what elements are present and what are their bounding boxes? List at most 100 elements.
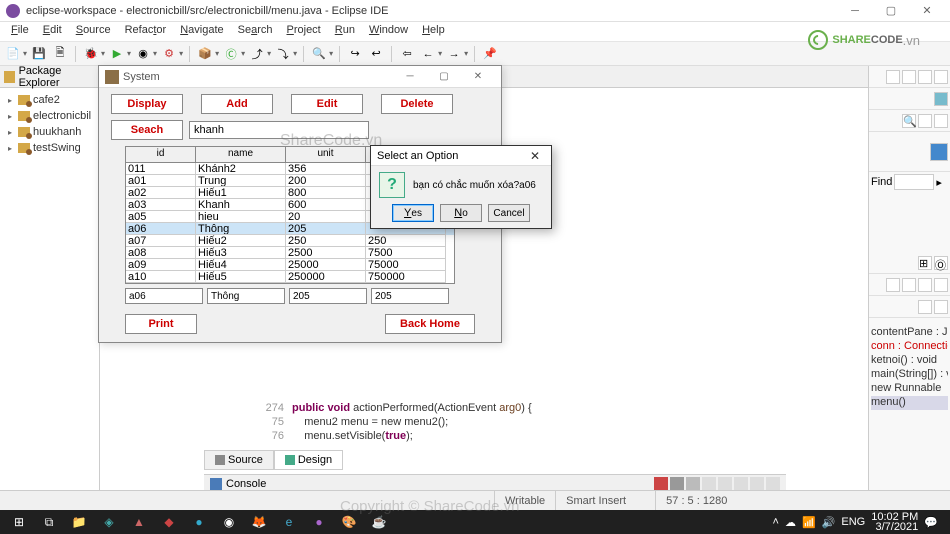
code-area[interactable]: 274public void actionPerformed(ActionEve… xyxy=(260,401,532,443)
terminate-icon[interactable] xyxy=(654,477,668,491)
menu-source[interactable]: Source xyxy=(69,22,118,41)
add-button[interactable]: Add xyxy=(201,94,273,114)
edit-button[interactable]: Edit xyxy=(291,94,363,114)
app-icon[interactable]: ▲ xyxy=(124,510,154,534)
tray-volume-icon[interactable]: 🔊 xyxy=(822,516,836,529)
menu-help[interactable]: Help xyxy=(415,22,452,41)
filter-icon[interactable] xyxy=(886,278,900,292)
search-icon[interactable]: 🔍 xyxy=(310,45,328,63)
link-icon[interactable] xyxy=(934,278,948,292)
outline-item[interactable]: new Runnable xyxy=(871,382,948,396)
new-icon[interactable]: 📄 xyxy=(4,45,22,63)
project-node[interactable]: ▸testSwing xyxy=(2,140,97,156)
sys-maximize-button[interactable]: ▢ xyxy=(427,68,461,86)
back-icon[interactable]: ← xyxy=(419,45,437,63)
remove-icon[interactable] xyxy=(670,477,684,491)
field-col4[interactable] xyxy=(371,288,449,304)
save-icon[interactable]: 💾 xyxy=(30,45,48,63)
table-row[interactable]: a10Hiếu5250000750000 xyxy=(126,271,454,283)
menu-file[interactable]: File xyxy=(4,22,36,41)
display-console-icon[interactable] xyxy=(750,477,764,491)
panel-icon[interactable] xyxy=(886,70,900,84)
tasklist-icon[interactable] xyxy=(934,92,948,106)
app-icon[interactable]: ☕ xyxy=(364,510,394,534)
menu-edit[interactable]: Edit xyxy=(36,22,69,41)
system-tray[interactable]: ˄ ☁ 📶 🔊 ENG 10:02 PM 3/7/2021 💬 xyxy=(773,512,946,532)
extlaunch-icon[interactable]: ⚙ xyxy=(160,45,178,63)
sys-minimize-button[interactable]: ─ xyxy=(393,68,427,86)
clear-icon[interactable] xyxy=(702,477,716,491)
minimize-button[interactable]: ─ xyxy=(838,1,872,21)
group-icon[interactable] xyxy=(918,300,932,314)
th-name[interactable]: name xyxy=(196,147,286,162)
close-button[interactable]: ✕ xyxy=(910,1,944,21)
saveall-icon[interactable]: 🗎 xyxy=(51,45,69,63)
table-row[interactable]: a09Hiếu42500075000 xyxy=(126,259,454,271)
debug-icon[interactable]: 🐞 xyxy=(82,45,100,63)
scrolllock-icon[interactable] xyxy=(718,477,732,491)
tray-lang[interactable]: ENG xyxy=(841,516,865,528)
tray-cloud-icon[interactable]: ☁ xyxy=(785,516,796,529)
tray-chevron-icon[interactable]: ˄ xyxy=(773,516,779,528)
fwd-icon[interactable]: → xyxy=(445,45,463,63)
menu-run[interactable]: Run xyxy=(328,22,362,41)
table-row[interactable]: a08Hiếu325007500 xyxy=(126,247,454,259)
find-input[interactable] xyxy=(894,174,934,190)
project-node[interactable]: ▸electronicbil xyxy=(2,108,97,124)
nav-icon[interactable] xyxy=(934,114,948,128)
field-name[interactable] xyxy=(207,288,285,304)
panel-icon[interactable] xyxy=(934,70,948,84)
lastloc-icon[interactable]: ⇦ xyxy=(398,45,416,63)
th-unit[interactable]: unit xyxy=(286,147,366,162)
table-row[interactable]: a07Hiếu2250250 xyxy=(126,235,454,247)
cancel-button[interactable]: Cancel xyxy=(488,204,530,222)
outline-item[interactable]: main(String[]) : v xyxy=(871,368,948,382)
open-console-icon[interactable] xyxy=(766,477,780,491)
menu-window[interactable]: Window xyxy=(362,22,415,41)
start-button[interactable]: ⊞ xyxy=(4,510,34,534)
menu-search[interactable]: Search xyxy=(231,22,280,41)
tray-notifications-icon[interactable]: 💬 xyxy=(924,516,938,529)
display-button[interactable]: Display xyxy=(111,94,183,114)
dialog-header[interactable]: Select an Option ✕ xyxy=(371,146,551,166)
run-icon[interactable]: ▶ xyxy=(108,45,126,63)
outline-item[interactable]: conn : Connectio xyxy=(871,340,948,354)
search-icon[interactable]: 🔍 xyxy=(902,114,916,128)
sort-icon[interactable] xyxy=(902,278,916,292)
project-node[interactable]: ▸huukhanh xyxy=(2,124,97,140)
removeall-icon[interactable] xyxy=(686,477,700,491)
dialog-close-button[interactable]: ✕ xyxy=(525,149,545,163)
pin-console-icon[interactable] xyxy=(734,477,748,491)
pin-icon[interactable]: 📌 xyxy=(481,45,499,63)
openimpl-icon[interactable]: ⤴ xyxy=(248,45,266,63)
tray-clock[interactable]: 10:02 PM 3/7/2021 xyxy=(871,512,918,532)
opencall-icon[interactable]: ⤵ xyxy=(274,45,292,63)
hierarchy-icon[interactable] xyxy=(918,114,932,128)
edge-icon[interactable]: e xyxy=(274,510,304,534)
outline-item[interactable]: ketnoi() : void xyxy=(871,354,948,368)
panel-icon[interactable] xyxy=(902,70,916,84)
delete-button[interactable]: Delete xyxy=(381,94,453,114)
menu-refactor[interactable]: Refactor xyxy=(118,22,174,41)
newpkg-icon[interactable]: 📦 xyxy=(196,45,214,63)
search-button[interactable]: Seach xyxy=(111,120,183,140)
db-icon[interactable] xyxy=(930,143,948,161)
prevann-icon[interactable]: ↩ xyxy=(367,45,385,63)
yes-button[interactable]: Yes xyxy=(392,204,434,222)
menu-project[interactable]: Project xyxy=(280,22,328,41)
nextann-icon[interactable]: ↪ xyxy=(346,45,364,63)
design-tab[interactable]: Design xyxy=(274,450,343,470)
system-window-header[interactable]: System ─ ▢ ✕ xyxy=(99,66,501,88)
app-icon[interactable]: ● xyxy=(184,510,214,534)
source-tab[interactable]: Source xyxy=(204,450,274,470)
outline-icon2[interactable]: Ⓞ xyxy=(934,256,948,270)
app-icon[interactable]: ◆ xyxy=(154,510,184,534)
sys-close-button[interactable]: ✕ xyxy=(461,68,495,86)
search-input[interactable] xyxy=(189,121,369,139)
hide-icon[interactable] xyxy=(918,278,932,292)
taskview-icon[interactable]: ⧉ xyxy=(34,510,64,534)
field-id[interactable] xyxy=(125,288,203,304)
outline-icon[interactable]: ⊞ xyxy=(918,256,932,270)
menu-navigate[interactable]: Navigate xyxy=(173,22,230,41)
print-button[interactable]: Print xyxy=(125,314,197,334)
